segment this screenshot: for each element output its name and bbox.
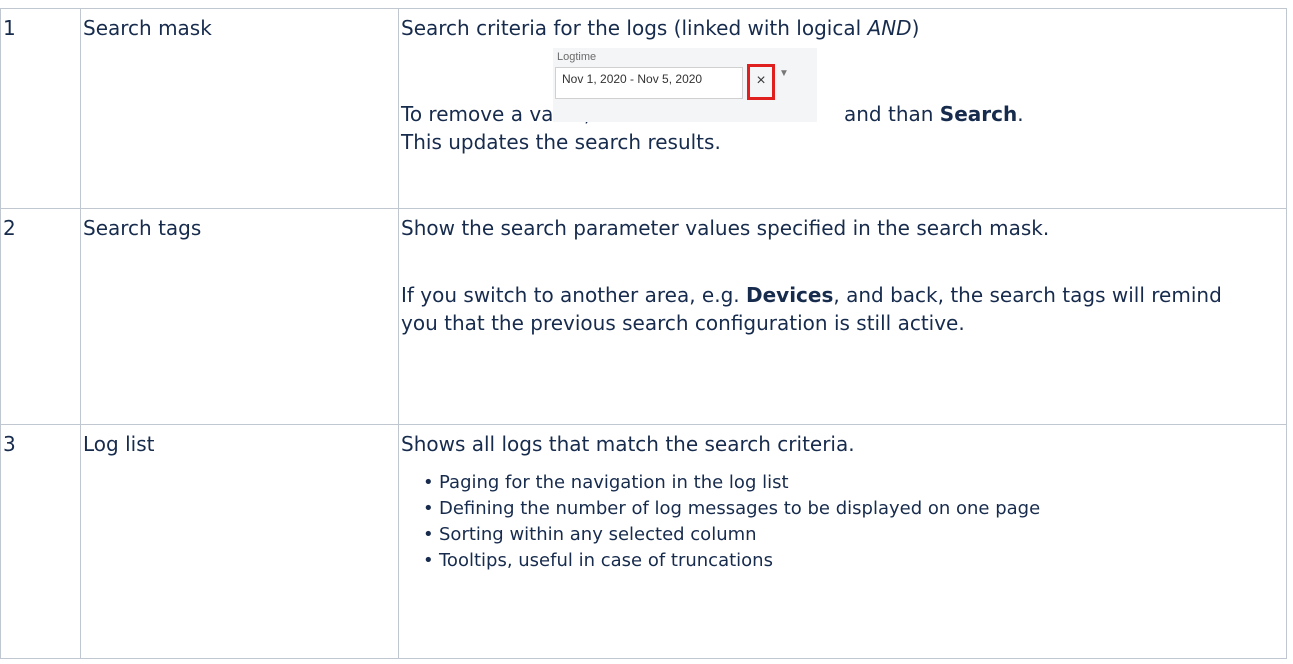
row-name: Log list [80,424,399,659]
row-description: Show the search parameter values specifi… [398,208,1287,425]
list-item: Tooltips, useful in case of truncations [423,548,1286,574]
row-number: 3 [0,424,81,659]
logtime-label: Logtime [557,51,597,63]
logtime-value: Nov 1, 2020 - Nov 5, 2020 [562,72,703,86]
row-description: Shows all logs that match the search cri… [398,424,1287,659]
table-row: 3 Log list Shows all logs that match the… [0,424,1287,659]
clear-icon: × [747,64,775,100]
feature-list: Paging for the navigation in the log lis… [401,470,1286,574]
row-number: 1 [0,8,81,209]
description-line: Show the search parameter values specifi… [401,216,1050,240]
description-line: Search criteria for the logs (linked wit… [401,16,920,40]
description-line: Shows all logs that match the search cri… [401,432,855,456]
row-number: 2 [0,208,81,425]
row-name: Search mask [80,8,399,209]
list-item: Paging for the navigation in the log lis… [423,470,1286,496]
table-row: 1 Search mask Search criteria for the lo… [0,8,1287,209]
table-row: 2 Search tags Show the search parameter … [0,208,1287,425]
logtime-filter-example: Logtime Nov 1, 2020 - Nov 5, 2020 × ▼ [553,48,817,122]
description-line: This updates the search results. [401,130,721,154]
row-description: Search criteria for the logs (linked wit… [398,8,1287,209]
list-item: Defining the number of log messages to b… [423,496,1286,522]
logtime-field: Nov 1, 2020 - Nov 5, 2020 [555,67,743,99]
description-paragraph: If you switch to another area, e.g. Devi… [401,283,1222,335]
feature-table: 1 Search mask Search criteria for the lo… [0,8,1287,659]
list-item: Sorting within any selected column [423,522,1286,548]
chevron-down-icon: ▼ [779,68,789,79]
row-name: Search tags [80,208,399,425]
remove-instruction: To remove a value, click Logtime Nov 1, … [401,48,1286,128]
